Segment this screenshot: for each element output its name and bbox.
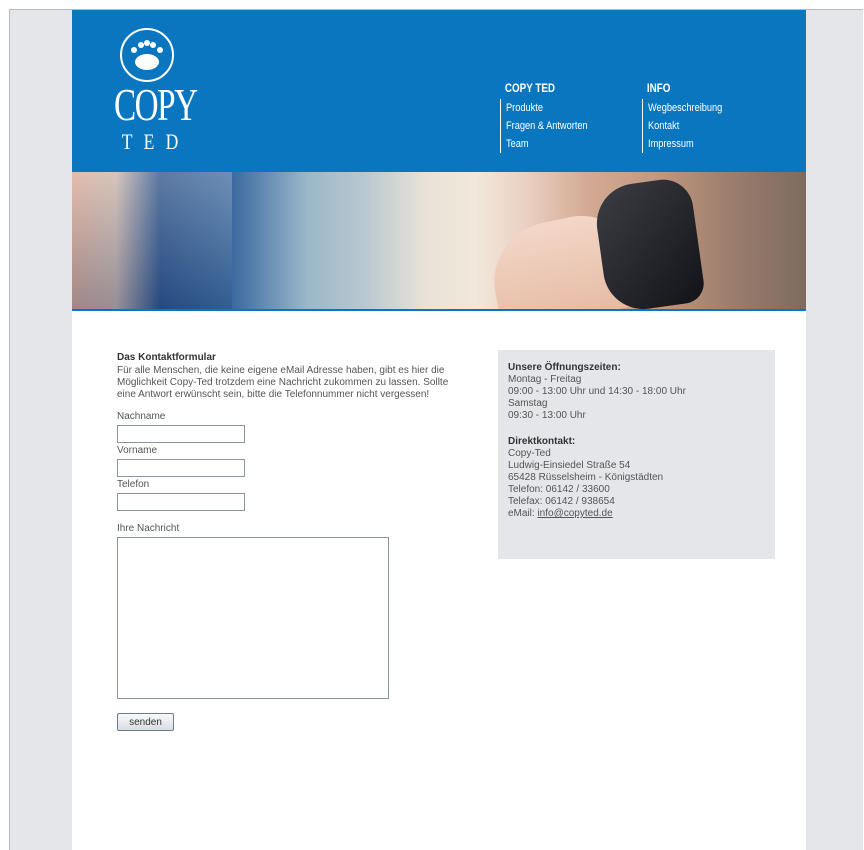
contact-form: Das Kontaktformular Für alle Menschen, d… — [117, 352, 457, 731]
paw-icon — [120, 28, 174, 82]
label-vorname: Vorname — [117, 445, 158, 456]
logo-wordmark: COPY — [114, 79, 198, 130]
vorname-field[interactable] — [117, 459, 245, 477]
nav-link-impressum[interactable]: Impressum — [648, 135, 722, 153]
hours-line: Montag - Freitag — [508, 374, 582, 385]
nav-link-fragen-antworten[interactable]: Fragen & Antworten — [506, 117, 588, 135]
nachname-field[interactable] — [117, 425, 245, 443]
form-title: Das Kontaktformular — [117, 352, 216, 363]
hours-title: Unsere Öffnungszeiten: — [508, 362, 621, 373]
page-container: COPY TED COPY TED Produkte Fragen & Antw… — [72, 10, 806, 850]
hours-line: Samstag — [508, 398, 548, 409]
contact-line: Telefon: 06142 / 33600 — [508, 484, 610, 495]
nav-link-produkte[interactable]: Produkte — [506, 99, 588, 117]
contact-title: Direktkontakt: — [508, 436, 576, 447]
nav-link-team[interactable]: Team — [506, 135, 588, 153]
nav-link-wegbeschreibung[interactable]: Wegbeschreibung — [648, 99, 722, 117]
message-textarea[interactable] — [117, 537, 389, 699]
email-line: eMail: info@copyted.de — [508, 508, 765, 520]
label-nachricht: Ihre Nachricht — [117, 523, 180, 534]
info-box: Unsere Öffnungszeiten: Montag - Freitag … — [498, 350, 775, 559]
hours-line: 09:00 - 13:00 Uhr und 14:30 - 18:00 Uhr — [508, 386, 686, 397]
email-label: eMail: — [508, 508, 538, 519]
hours-line: 09:30 - 13:00 Uhr — [508, 410, 586, 421]
email-link[interactable]: info@copyted.de — [537, 508, 612, 519]
site-header: COPY TED COPY TED Produkte Fragen & Antw… — [72, 10, 806, 172]
label-nachname: Nachname — [117, 411, 166, 422]
contact-line: Copy-Ted — [508, 448, 551, 459]
logo-subtitle: TED — [121, 129, 190, 154]
nav-heading-copy-ted: COPY TED — [504, 81, 556, 95]
telefon-field[interactable] — [117, 493, 245, 511]
contact-line: Telefax: 06142 / 938654 — [508, 496, 615, 507]
header-banner-photo — [72, 172, 806, 311]
send-button[interactable]: senden — [117, 713, 174, 731]
nav-link-kontakt[interactable]: Kontakt — [648, 117, 722, 135]
site-logo[interactable]: COPY TED — [100, 28, 200, 168]
contact-line: 65428 Rüsselsheim - Königstädten — [508, 472, 664, 483]
nav-heading-info: INFO — [646, 81, 671, 95]
nav-column-copy-ted: COPY TED Produkte Fragen & Antworten Tea… — [500, 80, 603, 153]
label-telefon: Telefon — [117, 479, 150, 490]
nav-column-info: INFO Wegbeschreibung Kontakt Impressum — [642, 80, 736, 153]
contact-line: Ludwig-Einsiedel Straße 54 — [508, 460, 631, 471]
form-intro: Für alle Menschen, die keine eigene eMai… — [117, 365, 449, 400]
